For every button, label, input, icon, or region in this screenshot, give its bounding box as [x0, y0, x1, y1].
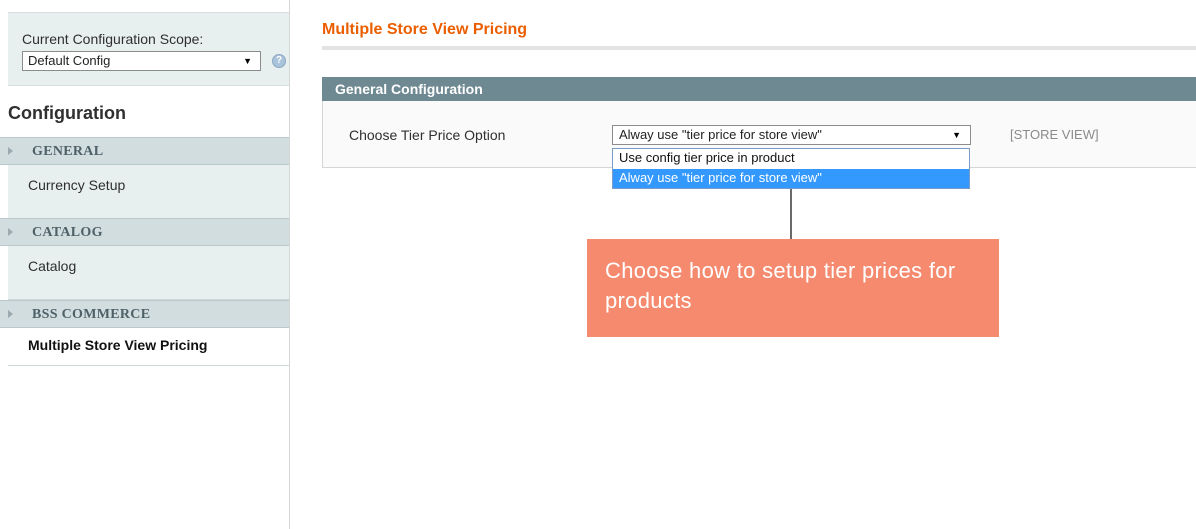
sidebar-item-label: Currency Setup — [28, 177, 126, 193]
sidebar-item-catalog[interactable]: Catalog — [8, 246, 289, 300]
page-title: Multiple Store View Pricing — [322, 21, 528, 38]
sidebar-item-multiple-store-view-pricing[interactable]: Multiple Store View Pricing — [8, 328, 289, 366]
scope-select[interactable]: Default Config ▼ — [22, 51, 261, 71]
sidebar-item-label: Catalog — [28, 258, 77, 274]
expand-triangle-icon — [8, 147, 13, 155]
callout-connector — [790, 189, 792, 240]
callout-box: Choose how to setup tier prices for prod… — [587, 239, 999, 337]
dropdown-option-use-config[interactable]: Use config tier price in product — [613, 149, 969, 168]
sidebar-item-label: Multiple Store View Pricing — [28, 337, 208, 353]
help-icon[interactable]: ? — [272, 54, 286, 68]
group-label: BSS COMMERCE — [32, 307, 151, 322]
sidebar-divider — [289, 0, 290, 529]
expand-triangle-icon — [8, 228, 13, 236]
store-view-scope-tag: [STORE VIEW] — [1010, 127, 1099, 142]
dropdown-option-always-store-view[interactable]: Alway use "tier price for store view" — [613, 169, 969, 188]
configuration-heading: Configuration — [8, 103, 126, 123]
tier-price-option-dropdown: Use config tier price in product Alway u… — [612, 148, 970, 189]
scope-switcher: Current Configuration Scope: Default Con… — [8, 12, 289, 86]
section-header-general-configuration[interactable]: General Configuration — [322, 77, 1196, 101]
tier-price-option-label: Choose Tier Price Option — [349, 127, 506, 143]
group-label: GENERAL — [32, 144, 104, 159]
scope-label: Current Configuration Scope: — [22, 31, 204, 47]
group-label: CATALOG — [32, 225, 103, 240]
tier-price-option-value: Alway use "tier price for store view" — [619, 127, 822, 142]
sidebar: Current Configuration Scope: Default Con… — [0, 0, 290, 529]
expand-triangle-icon — [8, 310, 13, 318]
group-header-catalog[interactable]: CATALOG — [0, 218, 290, 246]
group-header-general[interactable]: GENERAL — [0, 137, 290, 165]
sidebar-item-currency-setup[interactable]: Currency Setup — [8, 165, 289, 219]
chevron-down-icon: ▼ — [952, 130, 961, 140]
title-divider — [322, 46, 1196, 50]
section-title: General Configuration — [335, 81, 483, 97]
chevron-down-icon: ▼ — [243, 56, 252, 66]
scope-select-value: Default Config — [28, 53, 111, 68]
tier-price-option-select[interactable]: Alway use "tier price for store view" ▼ — [612, 125, 971, 145]
callout-text: Choose how to setup tier prices for prod… — [605, 258, 956, 313]
group-header-bss-commerce[interactable]: BSS COMMERCE — [0, 300, 290, 328]
